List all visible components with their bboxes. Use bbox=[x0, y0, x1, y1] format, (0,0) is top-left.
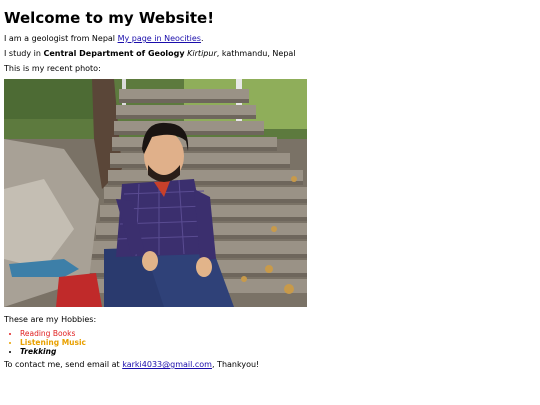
hobby-music: Listening Music bbox=[20, 338, 86, 347]
page-content: Welcome to my Website! I am a geologist … bbox=[4, 0, 536, 369]
study-paragraph: I study in Central Department of Geology… bbox=[4, 49, 296, 59]
intro-text: I am a geologist from Nepal bbox=[4, 34, 118, 43]
contact-paragraph: To contact me, send email at karki4033@g… bbox=[4, 360, 259, 370]
hobbies-list: Reading Books Listening Music Trekking bbox=[4, 329, 86, 356]
neocities-link[interactable]: My page in Neocities bbox=[118, 34, 201, 43]
hobby-reading: Reading Books bbox=[20, 329, 86, 338]
intro-end: . bbox=[200, 34, 204, 43]
study-department: Central Department of Geology bbox=[43, 49, 185, 58]
intro-paragraph: I am a geologist from Nepal My page in N… bbox=[4, 34, 204, 44]
study-prefix: I study in bbox=[4, 49, 44, 58]
study-place: Kirtipur bbox=[187, 49, 217, 58]
hobbies-title: These are my Hobbies: bbox=[4, 315, 97, 324]
study-suffix: , kathmandu, Nepal bbox=[216, 49, 296, 58]
email-link[interactable]: karki4033@gmail.com bbox=[122, 360, 212, 369]
hobby-trekking: Trekking bbox=[20, 347, 86, 356]
contact-suffix: , Thankyou! bbox=[211, 360, 260, 369]
contact-prefix: To contact me, send email at bbox=[4, 360, 123, 369]
profile-photo bbox=[4, 79, 307, 307]
page-heading: Welcome to my Website! bbox=[4, 9, 215, 27]
photo-caption: This is my recent photo: bbox=[4, 64, 101, 73]
